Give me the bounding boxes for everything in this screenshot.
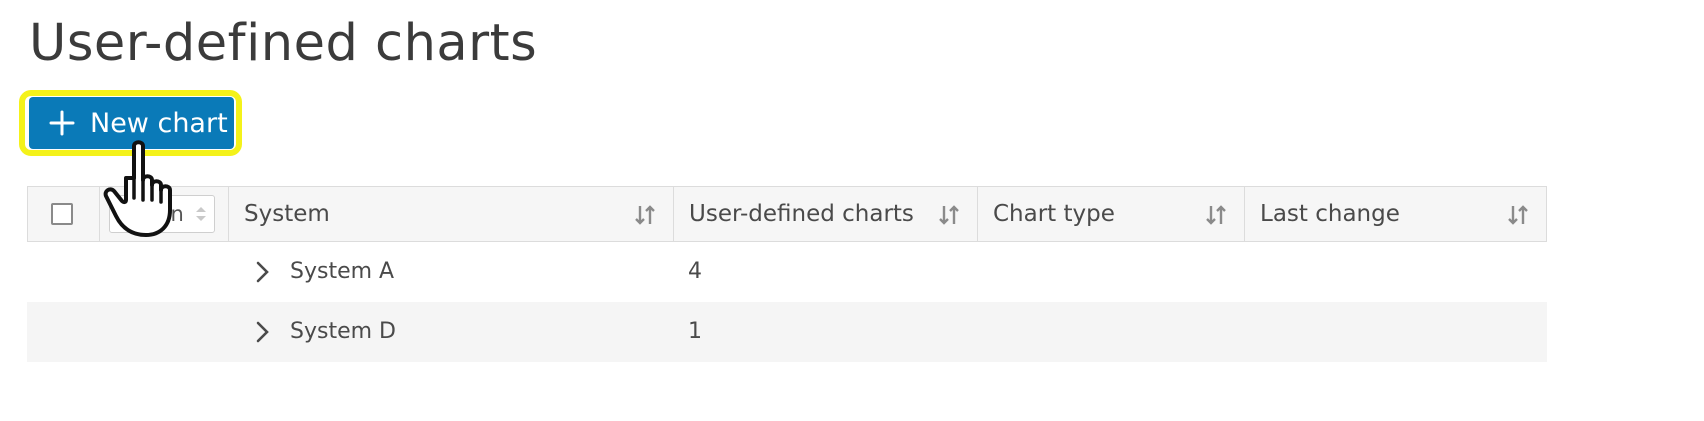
system-name: System D <box>290 319 396 344</box>
sort-icon[interactable] <box>1506 204 1530 226</box>
charts-table: Action System User-defined charts Chart … <box>27 186 1547 362</box>
sort-icon[interactable] <box>1204 204 1228 226</box>
action-select[interactable]: Action <box>109 195 215 233</box>
sort-icon[interactable] <box>633 204 657 226</box>
new-chart-button[interactable]: New chart <box>29 97 234 149</box>
new-chart-label: New chart <box>90 107 228 139</box>
chart-count: 4 <box>688 259 702 284</box>
column-label-last-change: Last change <box>1260 201 1400 227</box>
column-label-chart-type: Chart type <box>993 201 1115 227</box>
column-header-chart-type[interactable]: Chart type <box>978 187 1245 241</box>
action-header-cell: Action <box>100 187 229 241</box>
column-label-user-defined-charts: User-defined charts <box>689 201 914 227</box>
column-header-user-defined-charts[interactable]: User-defined charts <box>674 187 978 241</box>
action-select-label: Action <box>118 202 184 226</box>
select-all-checkbox[interactable] <box>51 203 73 225</box>
column-label-system: System <box>244 201 330 227</box>
chevron-up-down-icon <box>194 204 208 224</box>
table-row[interactable]: System A 4 <box>27 242 1547 302</box>
system-name: System A <box>290 259 395 284</box>
page-title: User-defined charts <box>29 14 538 73</box>
column-header-system[interactable]: System <box>229 187 674 241</box>
chevron-right-icon[interactable] <box>255 320 271 344</box>
chevron-right-icon[interactable] <box>255 260 271 284</box>
chart-count: 1 <box>688 319 702 344</box>
select-all-cell <box>28 187 100 241</box>
sort-icon[interactable] <box>937 204 961 226</box>
plus-icon <box>48 109 76 137</box>
table-header: Action System User-defined charts Chart … <box>27 186 1547 242</box>
column-header-last-change[interactable]: Last change <box>1245 187 1546 241</box>
table-row[interactable]: System D 1 <box>27 302 1547 362</box>
page: User-defined charts New chart Action Sys… <box>0 0 1704 421</box>
